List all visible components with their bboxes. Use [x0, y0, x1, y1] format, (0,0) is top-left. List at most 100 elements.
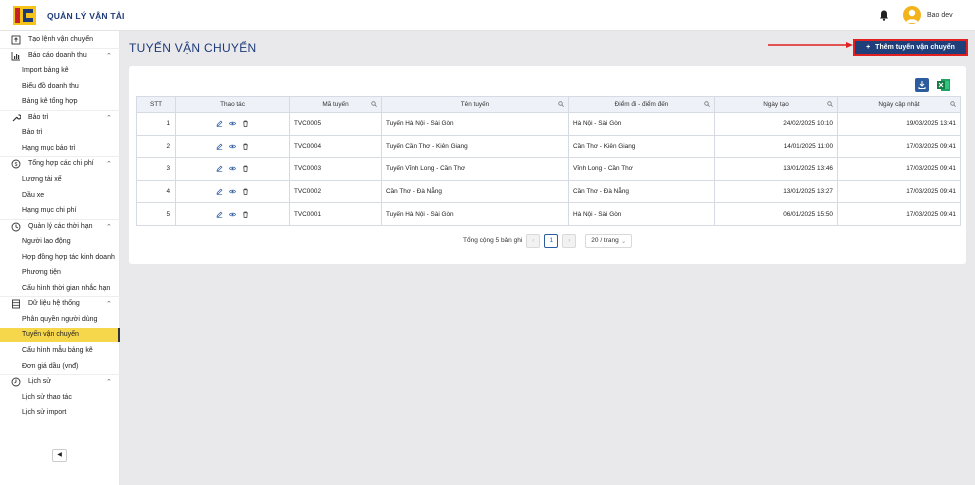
- sidebar-item-hang-muc-bao-tri[interactable]: Hạng mục bảo trì: [0, 142, 120, 156]
- sidebar-item-import-bang-ke[interactable]: Import bảng kê: [0, 64, 120, 78]
- add-route-button[interactable]: + Thêm tuyến vận chuyển: [853, 39, 968, 56]
- cell-actions: [175, 134, 290, 159]
- view-icon[interactable]: [229, 165, 236, 172]
- search-icon[interactable]: [371, 101, 377, 107]
- sidebar-item-don-gia-dau-vnd[interactable]: Đơn giá dầu (vnđ): [0, 360, 120, 374]
- cell-code: TVC0005: [289, 112, 382, 136]
- col-header-code[interactable]: Mã tuyến: [289, 96, 382, 113]
- sidebar-item-label: Hạng mục chi phí: [22, 207, 77, 215]
- view-icon[interactable]: [229, 120, 236, 127]
- sidebar-item-label: Lịch sử thao tác: [22, 393, 72, 401]
- cell-stt: 5: [136, 202, 176, 226]
- sidebar-group-quan-ly-cac-thoi-han[interactable]: Quản lý các thời hạn ⌃: [0, 220, 120, 234]
- col-header-created[interactable]: Ngày tạo: [714, 96, 838, 113]
- sidebar-group-label: Báo cáo doanh thu: [28, 51, 87, 59]
- sidebar-item-label: Cấu hình mẫu bảng kê: [22, 347, 93, 354]
- table-header-row: STT Thao tác Mã tuyến Tên tuyến Điểm đi …: [136, 96, 961, 113]
- sidebar-item-dau-xe[interactable]: Dầu xe: [0, 189, 120, 203]
- collapse-sidebar-button[interactable]: ◀: [52, 449, 67, 462]
- table-row[interactable]: 4 TVC0002 Cần Thơ - Đà Nẵng Cần Thơ - Đà Nẵ…: [136, 179, 961, 204]
- sidebar-item-label: Phương tiện: [22, 269, 61, 277]
- delete-icon[interactable]: [242, 143, 249, 150]
- edit-icon[interactable]: [216, 211, 223, 218]
- cell-name: Tuyến Cần Thơ - Kiên Giang: [381, 134, 569, 159]
- delete-icon[interactable]: [242, 211, 249, 218]
- chevron-down-icon: ⌄: [620, 237, 627, 245]
- cell-endpoints: Hà Nội - Sài Gòn: [568, 202, 715, 226]
- sidebar-group-bao-cao-doanh-thu[interactable]: Báo cáo doanh thu ⌃: [0, 49, 120, 63]
- page-number[interactable]: 1: [544, 233, 559, 248]
- chevron-up-icon: ⌃: [106, 301, 112, 309]
- next-page-button[interactable]: ›: [562, 233, 577, 248]
- view-icon[interactable]: [229, 143, 236, 150]
- col-header-endpoints[interactable]: Điểm đi - điểm đến: [568, 96, 715, 113]
- excel-export-button[interactable]: [937, 78, 950, 92]
- page-size-select[interactable]: 20 / trang ⌄: [585, 233, 633, 248]
- sidebar-group-bao-tri[interactable]: Bảo trì ⌃: [0, 111, 120, 125]
- sidebar-item-bieu-do-doanh-thu[interactable]: Biểu đồ doanh thu: [0, 80, 120, 94]
- database-icon: [12, 299, 20, 309]
- sidebar-item-cau-hinh-mau-bang-ke[interactable]: Cấu hình mẫu bảng kê: [0, 344, 120, 358]
- prev-page-button[interactable]: ‹: [526, 233, 541, 248]
- svg-text:$: $: [15, 162, 18, 168]
- sidebar-item-lich-su-import[interactable]: Lịch sử import: [0, 406, 120, 420]
- search-icon[interactable]: [704, 101, 710, 107]
- add-route-label: Thêm tuyến vận chuyển: [875, 44, 955, 51]
- sidebar-item-lich-su-thao-tac[interactable]: Lịch sử thao tác: [0, 391, 120, 405]
- sidebar-item-label: Lương tài xế: [22, 175, 62, 183]
- sidebar-item-phuong-tien[interactable]: Phương tiện: [0, 266, 120, 280]
- delete-icon[interactable]: [242, 165, 249, 173]
- sidebar-item-bang-ke-tong-hop[interactable]: Bảng kê tổng hợp: [0, 95, 120, 109]
- col-header-actions: Thao tác: [175, 96, 290, 113]
- sidebar-group-tong-hop-cac-chi-phi[interactable]: $ Tổng hợp các chi phí ⌃: [0, 157, 120, 171]
- view-icon[interactable]: [229, 211, 236, 218]
- sidebar-item-tuyen-van-chuyen[interactable]: Tuyến vận chuyển: [0, 328, 120, 343]
- cell-name: Tuyến Vĩnh Long - Cần Thơ: [381, 157, 569, 181]
- company-logo[interactable]: [13, 6, 36, 25]
- edit-icon[interactable]: [216, 143, 223, 150]
- avatar[interactable]: [903, 6, 921, 24]
- cell-code: TVC0002: [289, 179, 382, 204]
- cell-stt: 4: [136, 179, 176, 204]
- edit-icon[interactable]: [216, 188, 223, 195]
- sidebar-group-du-lieu-he-thong[interactable]: Dữ liệu hệ thống ⌃: [0, 297, 120, 311]
- delete-icon[interactable]: [242, 188, 249, 195]
- sidebar-item-hop-dong-hop-tac-kinh-doanh[interactable]: Hợp đồng hợp tác kinh doanh: [0, 251, 120, 265]
- cell-endpoints: Hà Nội - Sài Gòn: [568, 112, 715, 136]
- edit-icon[interactable]: [216, 120, 223, 128]
- table-row[interactable]: 1 TVC0005 Tuyến Hà Nội - Sài Gòn Hà Nội - S…: [136, 112, 961, 136]
- sidebar-group-label: Lịch sử: [28, 378, 51, 386]
- cell-actions: [175, 112, 290, 136]
- app-title: QUẢN LÝ VẬN TẢI: [47, 11, 125, 21]
- search-icon[interactable]: [950, 101, 956, 107]
- col-header-name[interactable]: Tên tuyến: [381, 96, 569, 113]
- col-header-updated[interactable]: Ngày cập nhật: [837, 96, 961, 113]
- delete-icon[interactable]: [242, 120, 249, 128]
- sidebar-item-nguoi-lao-dong[interactable]: Người lao động: [0, 235, 120, 249]
- sidebar-item-hang-muc-chi-phi[interactable]: Hạng mục chi phí: [0, 204, 120, 218]
- cell-actions: [175, 202, 290, 226]
- sidebar-item-cau-hinh-thoi-gian-nhac-han[interactable]: Cấu hình thời gian nhắc hạn: [0, 282, 120, 296]
- user-name[interactable]: Bao dev: [927, 12, 953, 19]
- search-icon[interactable]: [827, 101, 833, 107]
- sidebar-group-tao-lenh-van-chuyen[interactable]: Tạo lệnh vận chuyển: [0, 33, 120, 47]
- table-row[interactable]: 3 TVC0003 Tuyến Vĩnh Long - Cần Thơ Vĩnh Lo…: [136, 157, 961, 181]
- download-button[interactable]: [915, 78, 929, 92]
- sidebar-item-luong-tai-xe[interactable]: Lương tài xế: [0, 173, 120, 187]
- bell-icon[interactable]: [879, 10, 889, 21]
- sidebar-group-label: Tổng hợp các chi phí: [28, 160, 94, 168]
- download-icon: [918, 81, 926, 89]
- chevron-up-icon: ⌃: [106, 379, 112, 387]
- sidebar-group-lich-su[interactable]: Lịch sử ⌃: [0, 375, 120, 389]
- edit-icon[interactable]: [216, 165, 223, 173]
- sidebar-item-label: Bảo trì: [22, 129, 43, 137]
- sidebar-item-phan-quyen-nguoi-dung[interactable]: Phân quyền người dùng: [0, 313, 120, 327]
- table-row[interactable]: 2 TVC0004 Tuyến Cần Thơ - Kiên Giang Cần Th…: [136, 134, 961, 159]
- view-icon[interactable]: [229, 188, 236, 195]
- search-icon[interactable]: [558, 101, 564, 107]
- table-row[interactable]: 5 TVC0001 Tuyến Hà Nội - Sài Gòn Hà Nội - S…: [136, 202, 961, 226]
- sidebar-item-bao-tri[interactable]: Bảo trì: [0, 126, 120, 140]
- sidebar-item-label: Lịch sử import: [22, 409, 67, 417]
- chart-icon: [11, 51, 20, 60]
- sidebar: Tạo lệnh vận chuyển Báo cáo doanh thu ⌃ Imp…: [0, 31, 120, 485]
